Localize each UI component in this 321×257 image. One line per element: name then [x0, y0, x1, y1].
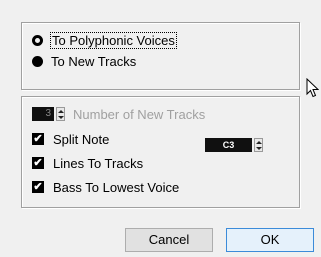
- split-note-checkbox[interactable]: ✔ Split Note: [32, 130, 109, 148]
- radio-off-icon[interactable]: [32, 34, 43, 46]
- arrow-up-icon[interactable]: [255, 140, 262, 144]
- split-note-field[interactable]: C3: [205, 138, 252, 152]
- radio-new-tracks[interactable]: To New Tracks: [32, 52, 136, 70]
- bass-to-lowest-label[interactable]: Bass To Lowest Voice: [53, 180, 179, 195]
- split-note-stepper[interactable]: [254, 138, 263, 152]
- bass-to-lowest-checkbox[interactable]: ✔ Bass To Lowest Voice: [32, 178, 179, 196]
- lines-to-tracks-checkbox[interactable]: ✔ Lines To Tracks: [32, 154, 143, 172]
- radio-new-tracks-label[interactable]: To New Tracks: [51, 54, 136, 69]
- number-of-tracks-field[interactable]: 3: [32, 107, 54, 121]
- number-of-tracks-label: Number of New Tracks: [73, 106, 206, 122]
- number-of-tracks-row: 3 Number of New Tracks: [32, 105, 205, 123]
- radio-polyphonic-label[interactable]: To Polyphonic Voices: [50, 31, 177, 49]
- radio-on-icon[interactable]: [32, 55, 43, 67]
- check-icon[interactable]: ✔: [32, 181, 44, 193]
- number-of-tracks-stepper[interactable]: [56, 107, 65, 121]
- cancel-button[interactable]: Cancel: [125, 228, 213, 252]
- options-group: 3 Number of New Tracks ✔ Split Note C3 ✔…: [21, 96, 300, 208]
- mode-group: To Polyphonic Voices To New Tracks: [21, 22, 300, 90]
- split-note-label[interactable]: Split Note: [53, 132, 109, 147]
- mouse-pointer-icon: [306, 78, 319, 98]
- split-note-selector: C3: [205, 138, 263, 152]
- check-icon[interactable]: ✔: [32, 157, 44, 169]
- lines-to-tracks-label[interactable]: Lines To Tracks: [53, 156, 143, 171]
- arrow-down-icon[interactable]: [255, 146, 262, 150]
- arrow-up-icon[interactable]: [57, 109, 64, 113]
- check-icon[interactable]: ✔: [32, 133, 44, 145]
- ok-button[interactable]: OK: [226, 228, 314, 252]
- arrow-down-icon[interactable]: [57, 115, 64, 119]
- radio-polyphonic-voices[interactable]: To Polyphonic Voices: [32, 31, 177, 49]
